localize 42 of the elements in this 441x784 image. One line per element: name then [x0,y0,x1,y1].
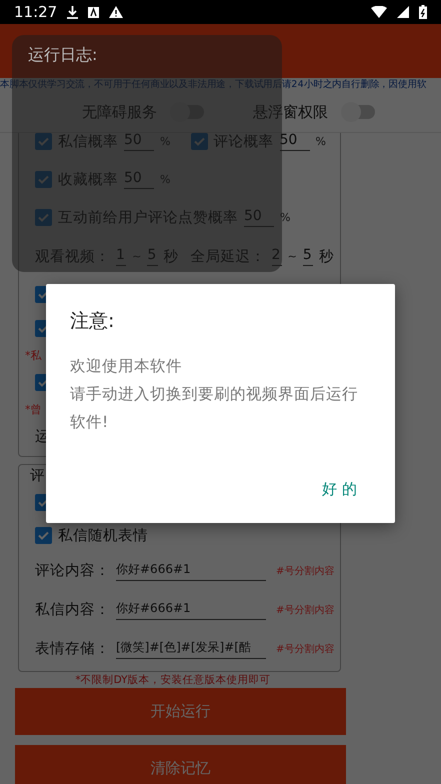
warning-note: *私 [25,348,42,362]
hint-label: #号分割内容 [276,604,334,616]
unit-label: % [280,210,290,224]
text-field[interactable]: [微笑]#[色]#[发呆]#[酷 [116,638,266,658]
card-title: 评 [30,466,45,484]
max-field[interactable]: 5 [302,247,313,266]
app-notification-icon [88,6,100,18]
warning-note: *曾 [25,402,42,416]
signal-icon [397,6,409,18]
hint-label: #号分割内容 [276,642,334,656]
dialog-message: 欢迎使用本软件 请手动进入切换到要刷的视频界面后运行软件! [70,356,359,433]
input-label: 评论内容： [35,562,110,580]
unit-label: 秒 [319,248,334,266]
download-icon [67,6,78,18]
unit-label: % [316,134,326,148]
toggle-switch[interactable] [343,105,375,119]
hint-label: #号分割内容 [276,564,334,578]
text-field[interactable]: 你好#666#1 [116,600,266,620]
checkbox[interactable] [35,526,52,544]
unit-label: % [160,172,170,186]
battery-icon [419,5,427,19]
warning-icon [109,6,124,18]
dialog-title: 注意: [70,309,116,334]
input-label: 私信内容： [35,600,110,619]
tilde-label: ~ [132,250,142,263]
checkbox[interactable] [190,133,208,150]
unit-label: % [160,134,170,148]
tilde-label: ~ [288,250,297,263]
percent-field[interactable]: 50 [280,133,310,150]
action-button[interactable]: 开始运行 [15,688,346,735]
checkbox[interactable] [35,133,52,150]
ok-button[interactable]: 好 的 [314,476,365,503]
input-label: 表情存储： [35,640,110,658]
option-label: 私信随机表情 [58,526,148,544]
text-field[interactable]: 你好#666#1 [116,560,266,580]
checkbox[interactable] [35,170,52,188]
action-button[interactable]: 清除记忆 [15,745,346,784]
clock: 11:27 [14,3,58,21]
wifi-icon [371,6,387,18]
checkbox[interactable] [35,208,52,226]
log-title: 运行日志: [28,45,98,66]
version-note: *不限制DY版本，安装任意版本使用即可 [74,673,272,688]
